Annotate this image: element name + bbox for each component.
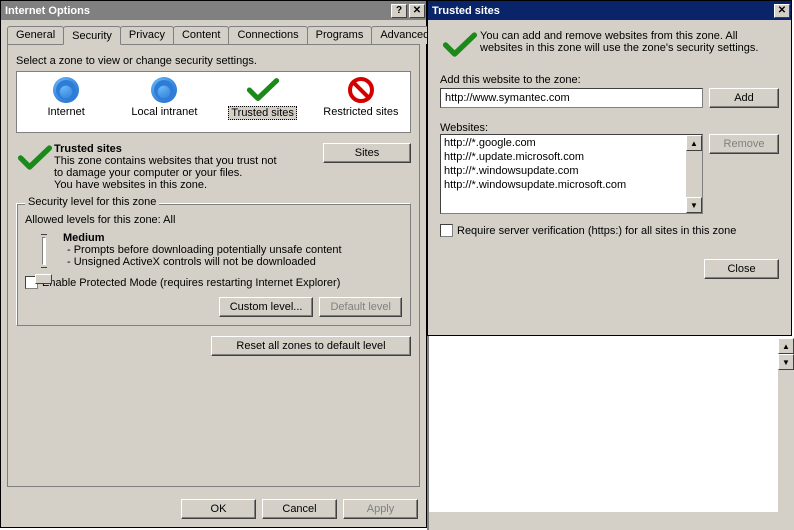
level-bullet-2: - Unsigned ActiveX controls will not be … — [63, 256, 402, 268]
checkmark-icon — [246, 76, 280, 104]
trusted-sites-titlebar: Trusted sites ✕ — [428, 1, 791, 20]
zone-selector: Internet Local intranet Trusted sites Re… — [16, 71, 411, 133]
security-level-legend: Security level for this zone — [25, 196, 159, 208]
scrollbar[interactable]: ▲ ▼ — [778, 338, 794, 512]
close-button[interactable]: ✕ — [774, 4, 790, 18]
globe-icon — [150, 76, 178, 104]
list-item[interactable]: http://*.windowsupdate.com — [444, 164, 684, 178]
list-item[interactable]: http://*.update.microsoft.com — [444, 150, 684, 164]
default-level-button[interactable]: Default level — [319, 297, 402, 317]
level-name: Medium — [63, 232, 402, 244]
checkmark-icon — [440, 30, 480, 60]
zone-desc-title: Trusted sites — [54, 143, 317, 155]
tab-privacy[interactable]: Privacy — [120, 26, 174, 44]
security-slider[interactable] — [25, 232, 63, 268]
security-panel: Select a zone to view or change security… — [7, 44, 420, 487]
require-https-label: Require server verification (https:) for… — [457, 225, 736, 237]
add-website-label: Add this website to the zone: — [440, 74, 779, 86]
sites-button[interactable]: Sites — [323, 143, 411, 163]
tabs: General Security Privacy Content Connect… — [7, 26, 420, 44]
custom-level-button[interactable]: Custom level... — [219, 297, 314, 317]
zone-restricted-sites[interactable]: Restricted sites — [312, 76, 410, 132]
tab-security[interactable]: Security — [63, 26, 121, 45]
level-bullet-1: - Prompts before downloading potentially… — [63, 244, 402, 256]
websites-listbox[interactable]: http://*.google.com http://*.update.micr… — [440, 134, 703, 214]
help-button[interactable]: ? — [391, 4, 407, 18]
zone-desc-line1: This zone contains websites that you tru… — [54, 155, 284, 179]
add-website-input[interactable] — [440, 88, 703, 108]
scroll-up-icon[interactable]: ▲ — [778, 338, 794, 354]
zone-internet-label: Internet — [17, 106, 115, 118]
scroll-down-icon[interactable]: ▼ — [686, 197, 702, 213]
globe-icon — [52, 76, 80, 104]
list-item[interactable]: http://*.windowsupdate.microsoft.com — [444, 178, 684, 192]
zone-local-intranet-label: Local intranet — [115, 106, 213, 118]
zone-restricted-sites-label: Restricted sites — [312, 106, 410, 118]
trusted-sites-title: Trusted sites — [432, 5, 500, 17]
require-https-checkbox[interactable] — [440, 224, 453, 237]
listbox-scrollbar[interactable]: ▲ ▼ — [686, 135, 702, 213]
ok-button[interactable]: OK — [181, 499, 256, 519]
zone-trusted-sites[interactable]: Trusted sites — [214, 76, 312, 132]
tab-content[interactable]: Content — [173, 26, 230, 44]
tab-connections[interactable]: Connections — [228, 26, 307, 44]
zone-trusted-sites-label: Trusted sites — [228, 106, 297, 120]
protected-mode-label: Enable Protected Mode (requires restarti… — [42, 277, 340, 289]
slider-thumb[interactable] — [35, 274, 52, 284]
close-dialog-button[interactable]: Close — [704, 259, 779, 279]
close-button[interactable]: ✕ — [409, 4, 425, 18]
restricted-icon — [347, 76, 375, 104]
trusted-sites-dialog: Trusted sites ✕ You can add and remove w… — [427, 0, 792, 336]
tab-general[interactable]: General — [7, 26, 64, 44]
add-button[interactable]: Add — [709, 88, 779, 108]
tab-programs[interactable]: Programs — [307, 26, 373, 44]
scroll-down-icon[interactable]: ▼ — [778, 354, 794, 370]
allowed-levels: Allowed levels for this zone: All — [25, 214, 402, 226]
remove-button[interactable]: Remove — [709, 134, 779, 154]
internet-options-title: Internet Options — [5, 5, 90, 17]
zone-description: Trusted sites This zone contains website… — [54, 143, 323, 191]
internet-options-dialog: Internet Options ? ✕ General Security Pr… — [0, 0, 427, 528]
zone-internet[interactable]: Internet — [17, 76, 115, 132]
reset-all-zones-button[interactable]: Reset all zones to default level — [211, 336, 411, 356]
level-description: Medium - Prompts before downloading pote… — [63, 232, 402, 268]
dialog-footer: OK Cancel Apply — [1, 493, 426, 527]
internet-options-titlebar: Internet Options ? ✕ — [1, 1, 426, 20]
apply-button[interactable]: Apply — [343, 499, 418, 519]
zone-local-intranet[interactable]: Local intranet — [115, 76, 213, 132]
scroll-up-icon[interactable]: ▲ — [686, 135, 702, 151]
zone-prompt: Select a zone to view or change security… — [16, 55, 411, 67]
cancel-button[interactable]: Cancel — [262, 499, 337, 519]
checkmark-icon — [16, 143, 54, 191]
list-item[interactable]: http://*.google.com — [444, 136, 684, 150]
websites-label: Websites: — [440, 122, 779, 134]
trusted-intro: You can add and remove websites from thi… — [480, 30, 779, 60]
security-level-group: Security level for this zone Allowed lev… — [16, 203, 411, 326]
zone-desc-line2: You have websites in this zone. — [54, 179, 317, 191]
